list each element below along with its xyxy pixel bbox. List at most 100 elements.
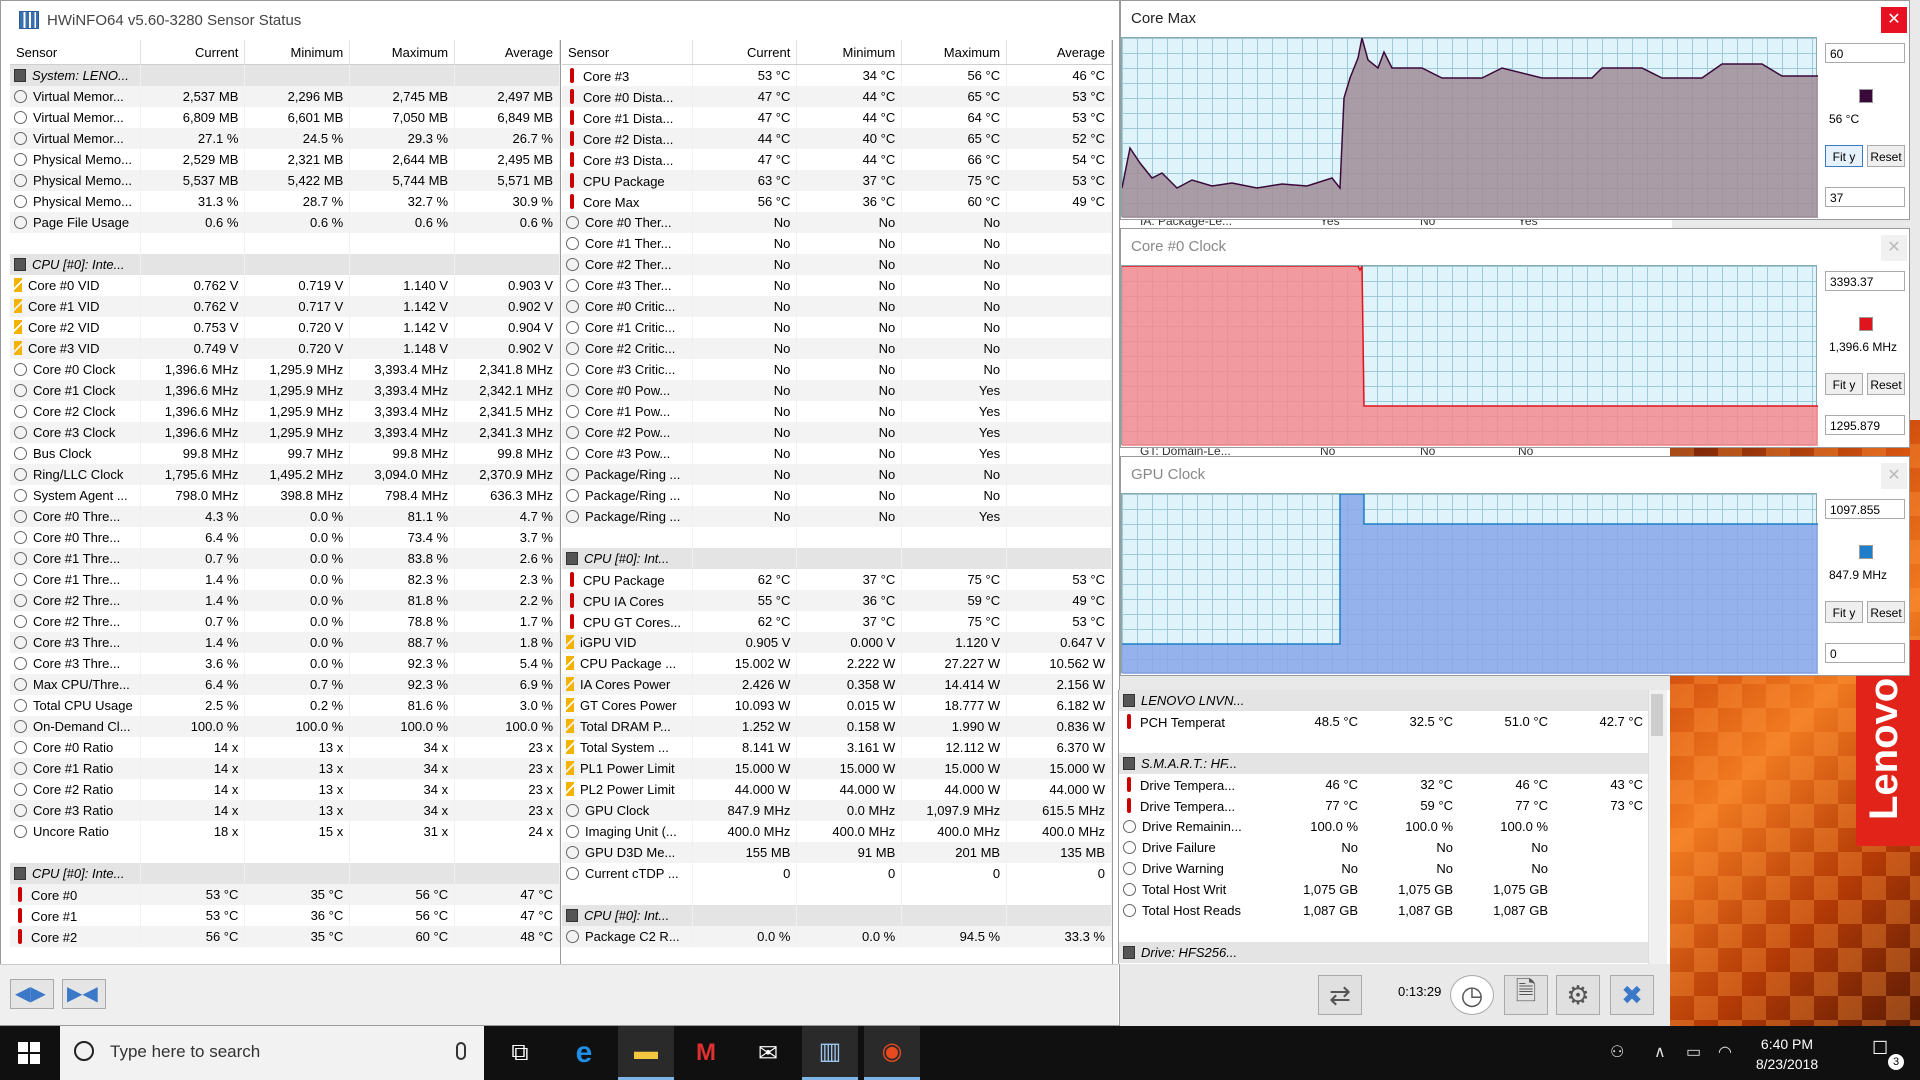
sensor-row[interactable]: Package/Ring ... No No Yes xyxy=(562,506,1112,527)
sensor-row[interactable]: Core #1 Clock 1,396.6 MHz 1,295.9 MHz 3,393… xyxy=(10,380,560,401)
sensor-row[interactable]: Core #1 Critic... No No No xyxy=(562,317,1112,338)
sensor-row[interactable]: Core #0 Dista... 47 °C 44 °C 65 °C 53 °C xyxy=(562,86,1112,107)
sensor-row[interactable]: Core #3 Ratio 14 x 13 x 34 x 23 x xyxy=(10,800,560,821)
sensor-row[interactable]: Core #2 Ther... No No No xyxy=(562,254,1112,275)
sensor-row[interactable]: Package/Ring ... No No No xyxy=(562,464,1112,485)
sensor-row[interactable]: Core Max 56 °C 36 °C 60 °C 49 °C xyxy=(562,191,1112,212)
sensor-row[interactable]: Core #1 Pow... No No Yes xyxy=(562,401,1112,422)
taskbar-clock[interactable]: 6:40 PM 8/23/2018 xyxy=(1742,1034,1832,1074)
sensor-row[interactable]: Drive Tempera... 77 °C 59 °C 77 °C 73 °C xyxy=(1119,795,1649,816)
sensor-row[interactable]: CPU Package 62 °C 37 °C 75 °C 53 °C xyxy=(562,569,1112,590)
sensor-row[interactable]: Core #2 Clock 1,396.6 MHz 1,295.9 MHz 3,393… xyxy=(10,401,560,422)
reset-button[interactable]: Reset xyxy=(1867,373,1905,395)
sensor-row[interactable]: Package C2 R... 0.0 % 0.0 % 94.5 % 33.3 % xyxy=(562,926,1112,947)
sensor-row[interactable]: Imaging Unit (... 400.0 MHz 400.0 MHz 400.0… xyxy=(562,821,1112,842)
sensor-row[interactable]: Core #2 Thre... 1.4 % 0.0 % 81.8 % 2.2 % xyxy=(10,590,560,611)
sensor-row[interactable]: Total Host Writ 1,075 GB 1,075 GB 1,075 GB xyxy=(1119,879,1649,900)
sensor-row[interactable]: Uncore Ratio 18 x 15 x 31 x 24 x xyxy=(10,821,560,842)
graph-window-core-max[interactable]: Core Max ✕ 60 56 °C Fit y Reset 37 xyxy=(1120,0,1910,220)
wifi-icon[interactable]: ◠ xyxy=(1718,1042,1732,1062)
sensor-row[interactable]: Max CPU/Thre... 6.4 % 0.7 % 92.3 % 6.9 % xyxy=(10,674,560,695)
sensor-row[interactable]: Physical Memo... 5,537 MB 5,422 MB 5,744 MB… xyxy=(10,170,560,191)
sensor-row[interactable]: CPU Package 63 °C 37 °C 75 °C 53 °C xyxy=(562,170,1112,191)
sensor-row[interactable]: PL2 Power Limit 44.000 W 44.000 W 44.000 W4… xyxy=(562,779,1112,800)
sensor-group-header[interactable]: System: LENO... xyxy=(10,64,560,86)
sensor-row[interactable]: Physical Memo... 31.3 % 28.7 % 32.7 % 30.9 % xyxy=(10,191,560,212)
sensor-row[interactable]: Total System ... 8.141 W 3.161 W 12.112 W 6.… xyxy=(562,737,1112,758)
sensor-table-left[interactable]: Sensor Current Minimum Maximum Average S… xyxy=(10,40,561,964)
sensor-row[interactable]: Total DRAM P... 1.252 W 0.158 W 1.990 W 0.83… xyxy=(562,716,1112,737)
column-header-average[interactable]: Average xyxy=(1006,40,1112,65)
graph-plot-area[interactable] xyxy=(1121,265,1818,446)
column-header-minimum[interactable]: Minimum xyxy=(244,40,351,65)
action-center-button[interactable]: ☐ 3 xyxy=(1872,1038,1904,1070)
scroll-left-right-button[interactable]: ◀▶ xyxy=(10,979,54,1009)
sensor-row[interactable]: GPU Clock 847.9 MHz 0.0 MHz 1,097.9 MHz 615.… xyxy=(562,800,1112,821)
graph-window-gpu-clock[interactable]: GPU Clock ✕ 1097.855 847.9 MHz Fit y Reset 0 xyxy=(1120,456,1910,676)
sensor-table-middle[interactable]: Sensor Current Minimum Maximum Average C… xyxy=(562,40,1113,964)
sensor-row[interactable]: Core #0 Thre... 4.3 % 0.0 % 81.1 % 4.7 % xyxy=(10,506,560,527)
sensor-row[interactable]: Core #3 VID 0.749 V 0.720 V 1.148 V 0.902 V xyxy=(10,338,560,359)
sensor-row[interactable]: Core #0 Ratio 14 x 13 x 34 x 23 x xyxy=(10,737,560,758)
sensor-row[interactable]: GPU D3D Me... 155 MB 91 MB 201 MB 135 MB xyxy=(562,842,1112,863)
microphone-icon[interactable] xyxy=(456,1042,466,1060)
series-color-swatch[interactable] xyxy=(1859,89,1873,103)
reset-button[interactable]: Reset xyxy=(1867,145,1905,167)
fit-y-button[interactable]: Fit y xyxy=(1825,145,1863,167)
sensor-row[interactable]: Core #2 Pow... No No Yes xyxy=(562,422,1112,443)
start-button[interactable] xyxy=(18,1042,40,1064)
column-header-current[interactable]: Current xyxy=(140,40,246,65)
scrollbar-thumb[interactable] xyxy=(1651,694,1663,736)
sensor-row[interactable]: Core #3 53 °C 34 °C 56 °C 46 °C xyxy=(562,64,1112,86)
taskbar-search-box[interactable]: Type here to search xyxy=(60,1026,484,1080)
sensor-row[interactable]: On-Demand Cl... 100.0 % 100.0 % 100.0 % 100.… xyxy=(10,716,560,737)
sensor-row[interactable]: Core #0 VID 0.762 V 0.719 V 1.140 V 0.903 V xyxy=(10,275,560,296)
sensor-row[interactable]: System Agent ... 798.0 MHz 398.8 MHz 798.4 … xyxy=(10,485,560,506)
sensor-row[interactable]: Core #1 Thre... 1.4 % 0.0 % 82.3 % 2.3 % xyxy=(10,569,560,590)
sensor-row[interactable]: Core #3 Thre... 1.4 % 0.0 % 88.7 % 1.8 % xyxy=(10,632,560,653)
people-icon[interactable]: ⚇ xyxy=(1610,1042,1624,1062)
graph-max-value[interactable]: 60 xyxy=(1825,43,1905,63)
chevron-up-icon[interactable]: ∧ xyxy=(1654,1042,1666,1062)
series-color-swatch[interactable] xyxy=(1859,545,1873,559)
sensor-row[interactable]: Core #3 Critic... No No No xyxy=(562,359,1112,380)
sensor-row[interactable]: Core #1 Thre... 0.7 % 0.0 % 83.8 % 2.6 % xyxy=(10,548,560,569)
graph-close-button[interactable]: ✕ xyxy=(1881,7,1907,33)
column-header-maximum[interactable]: Maximum xyxy=(901,40,1008,65)
sensor-row[interactable]: Page File Usage 0.6 % 0.6 % 0.6 % 0.6 % xyxy=(10,212,560,233)
sensor-group-header[interactable]: CPU [#0]: Inte... xyxy=(10,863,560,884)
sensor-row[interactable]: Total CPU Usage 2.5 % 0.2 % 81.6 % 3.0 % xyxy=(10,695,560,716)
graph-min-value[interactable]: 1295.879 xyxy=(1825,415,1905,435)
sensor-row[interactable]: Core #3 Thre... 3.6 % 0.0 % 92.3 % 5.4 % xyxy=(10,653,560,674)
column-header-maximum[interactable]: Maximum xyxy=(349,40,456,65)
sensor-row[interactable]: Drive Tempera... 46 °C 32 °C 46 °C 43 °C xyxy=(1119,774,1649,795)
graph-plot-area[interactable] xyxy=(1121,493,1818,674)
network-sensors-button[interactable]: ⇄ xyxy=(1318,975,1362,1015)
sensor-row[interactable]: Core #3 Pow... No No Yes xyxy=(562,443,1112,464)
sensor-row[interactable]: Core #1 53 °C 36 °C 56 °C 47 °C xyxy=(10,905,560,926)
logging-button[interactable]: 🗎 xyxy=(1504,975,1548,1015)
sensor-group-header[interactable]: CPU [#0]: Int... xyxy=(562,905,1112,926)
furmark-taskbar-button[interactable]: ◉ xyxy=(864,1026,920,1080)
sensor-row[interactable]: Total Host Reads 1,087 GB 1,087 GB 1,087 GB xyxy=(1119,900,1649,921)
graph-max-value[interactable]: 1097.855 xyxy=(1825,499,1905,519)
sensor-row[interactable]: Core #2 56 °C 35 °C 60 °C 48 °C xyxy=(10,926,560,947)
sensor-row[interactable]: Core #0 Pow... No No Yes xyxy=(562,380,1112,401)
sensor-row[interactable]: Core #3 Clock 1,396.6 MHz 1,295.9 MHz 3,393… xyxy=(10,422,560,443)
sensor-row[interactable]: Core #2 VID 0.753 V 0.720 V 1.142 V 0.904 V xyxy=(10,317,560,338)
mail-button[interactable]: ✉ xyxy=(740,1026,796,1080)
clock-reset-button[interactable]: ◷ xyxy=(1450,975,1494,1015)
battery-icon[interactable]: ▭ xyxy=(1686,1042,1701,1062)
task-view-button[interactable]: ⧉ xyxy=(492,1026,548,1080)
sensor-row[interactable]: Core #2 Thre... 0.7 % 0.0 % 78.8 % 1.7 % xyxy=(10,611,560,632)
column-header-sensor[interactable]: Sensor xyxy=(10,40,141,65)
sensor-row[interactable]: GT Cores Power 10.093 W 0.015 W 18.777 W 6.1… xyxy=(562,695,1112,716)
column-header-sensor[interactable]: Sensor xyxy=(562,40,693,65)
graph-close-button[interactable]: ✕ xyxy=(1881,463,1907,489)
fit-y-button[interactable]: Fit y xyxy=(1825,373,1863,395)
sensor-row[interactable]: Core #0 Thre... 6.4 % 0.0 % 73.4 % 3.7 % xyxy=(10,527,560,548)
collapse-columns-button[interactable]: ▶◀ xyxy=(62,979,106,1009)
sensor-row[interactable]: iGPU VID 0.905 V 0.000 V 1.120 V 0.647 V xyxy=(562,632,1112,653)
sensor-row[interactable]: IA Cores Power 2.426 W 0.358 W 14.414 W 2.15… xyxy=(562,674,1112,695)
sensor-group-header[interactable]: Drive: HFS256... xyxy=(1119,942,1649,963)
